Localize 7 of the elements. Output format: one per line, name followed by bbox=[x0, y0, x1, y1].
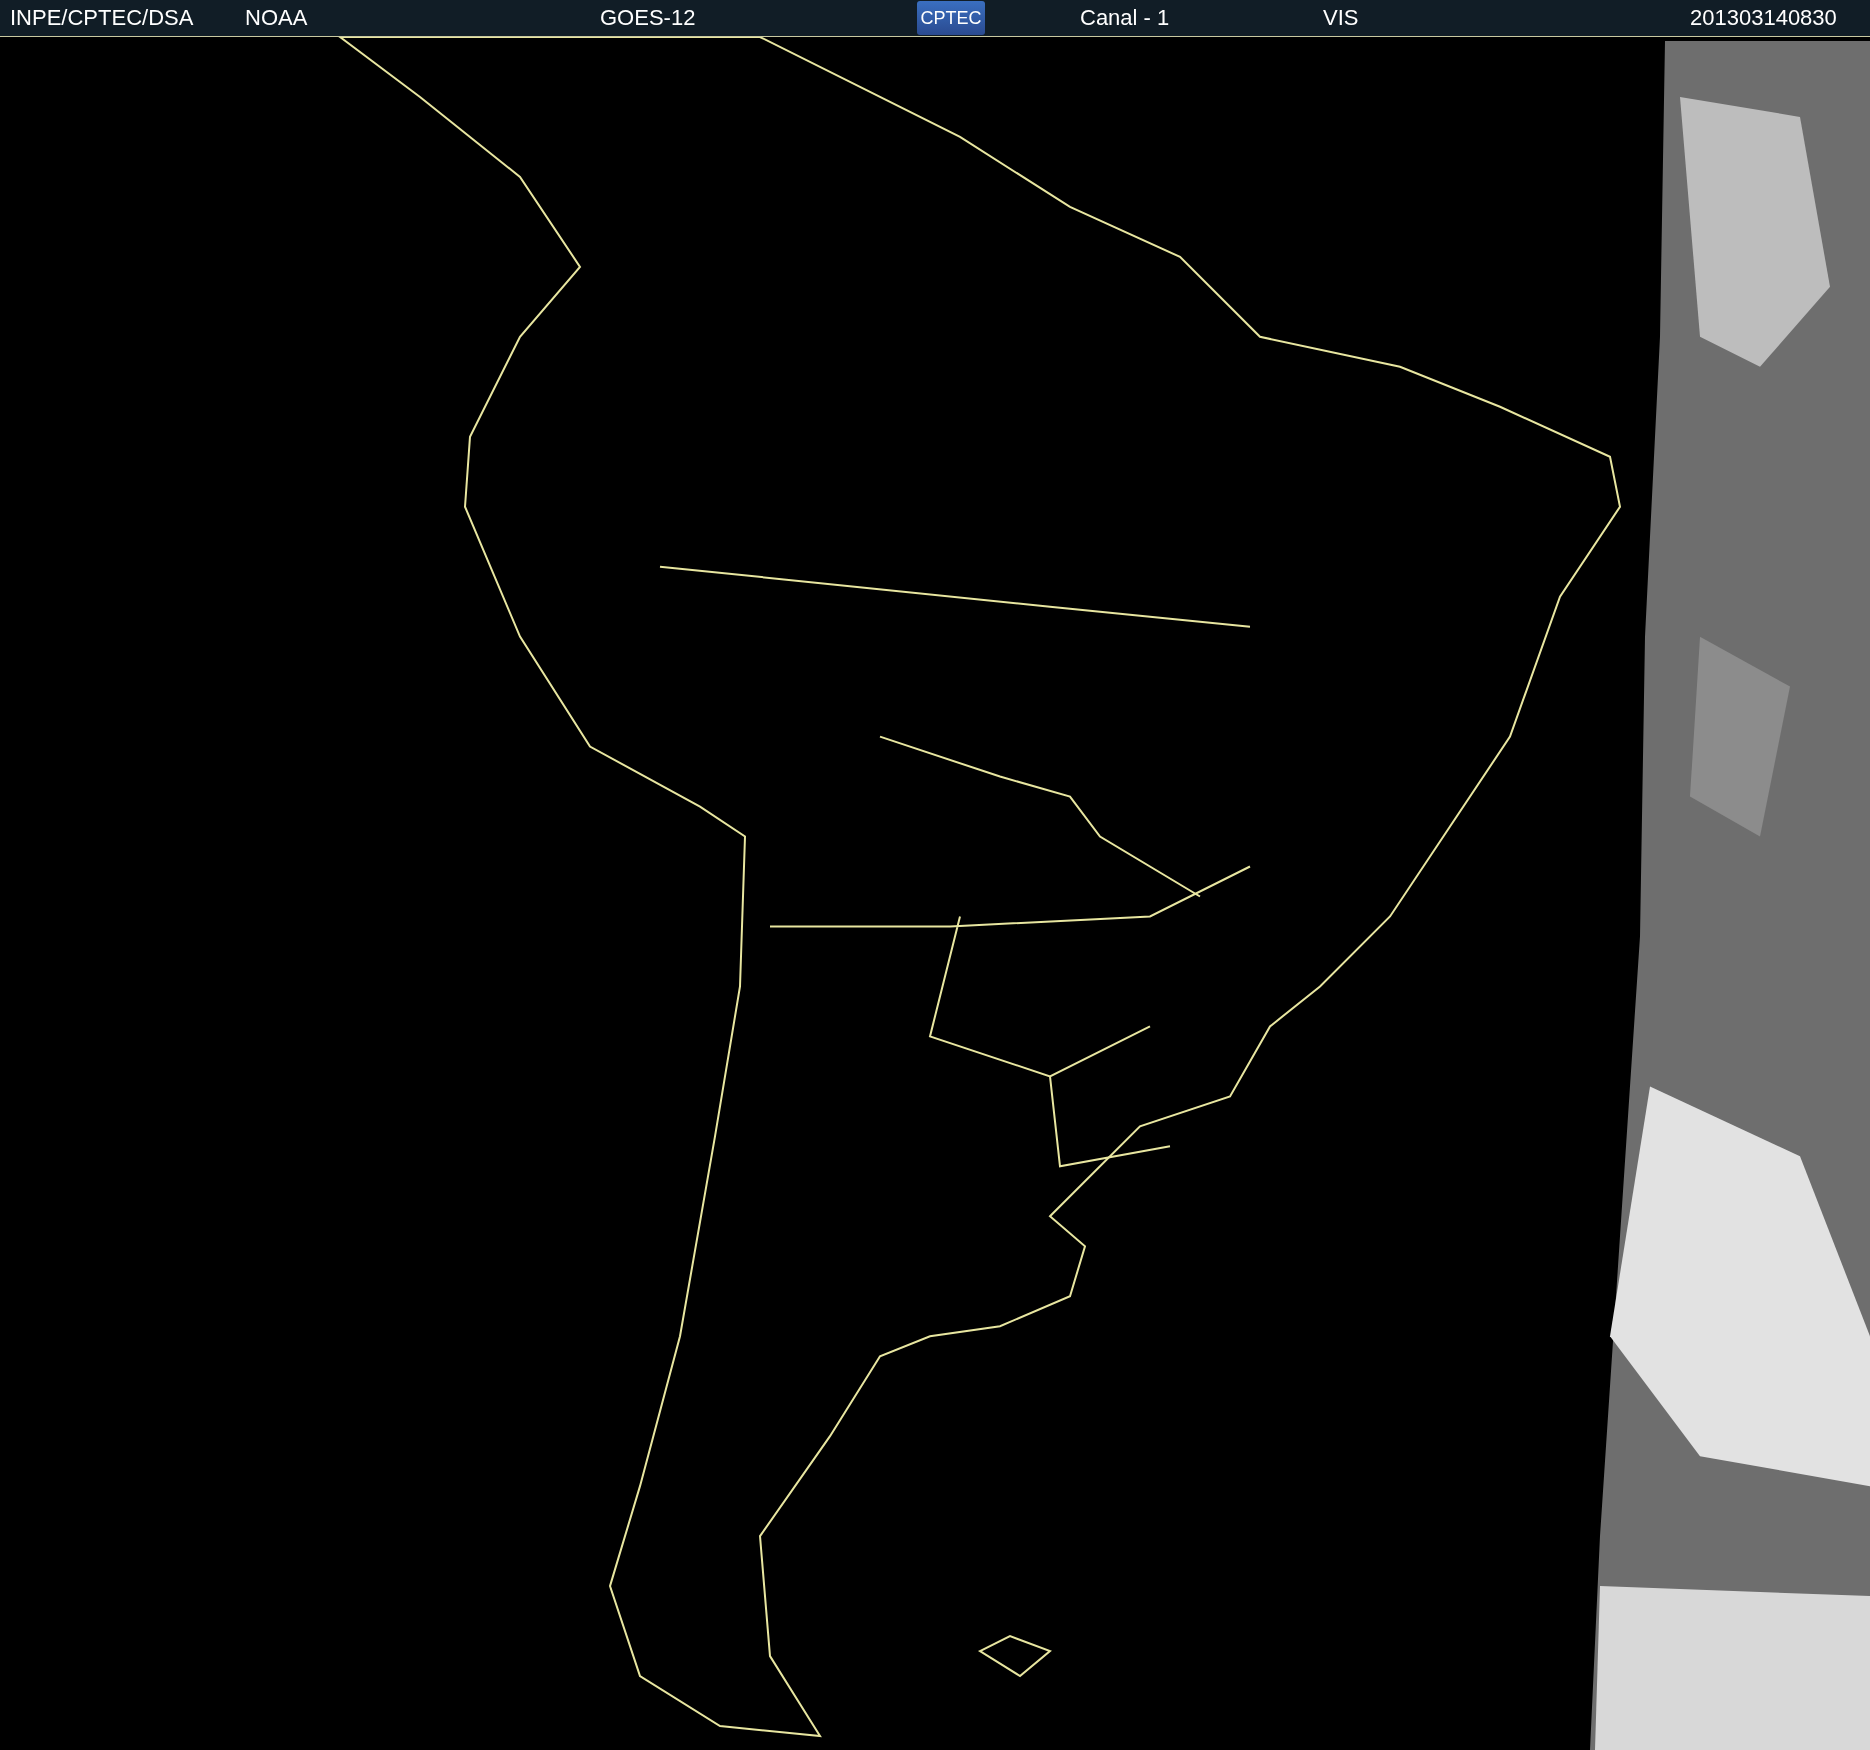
source-label: INPE/CPTEC/DSA bbox=[10, 5, 195, 31]
agency-label: NOAA bbox=[245, 5, 309, 31]
band-label: VIS bbox=[1323, 5, 1360, 31]
satellite-label: GOES-12 bbox=[600, 5, 697, 31]
timestamp-label: 201303140830 bbox=[1690, 5, 1837, 31]
channel-label: Canal - 1 bbox=[1080, 5, 1171, 31]
logo: CPTEC bbox=[917, 1, 985, 35]
